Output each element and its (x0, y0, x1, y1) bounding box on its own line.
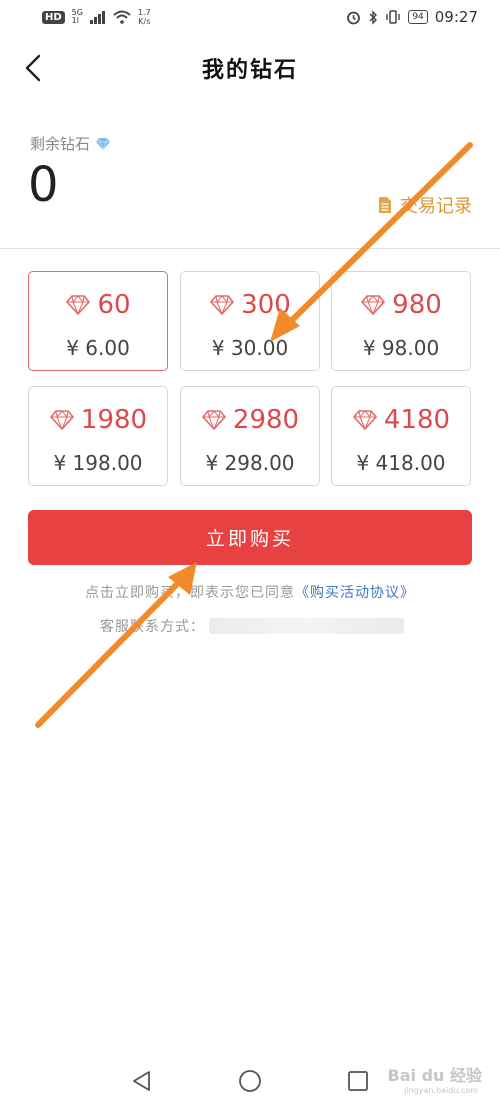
watermark-logo: Bai du 经验 (387, 1066, 482, 1085)
package-price: ¥ 98.00 (362, 336, 440, 360)
clock: 09:27 (434, 8, 478, 26)
speed-unit: K/s (138, 17, 151, 26)
ruby-icon (201, 410, 226, 430)
watermark-url: jingyan.baidu.com (404, 1086, 478, 1095)
package-amount: 60 (97, 290, 131, 320)
package-price: ¥ 198.00 (53, 451, 143, 475)
signal-sub-label: 1l (71, 16, 79, 25)
document-icon (379, 197, 391, 213)
package-top: 2980 (181, 405, 319, 435)
network-type: 5G 1l (72, 9, 83, 25)
ruby-icon (66, 295, 91, 315)
package-top: 980 (332, 290, 470, 320)
section-divider (0, 248, 500, 249)
triangle-back-icon (133, 1071, 150, 1091)
package-top: 4180 (332, 405, 470, 435)
circle-home-icon (239, 1070, 261, 1092)
package-option[interactable]: 980 ¥ 98.00 (331, 271, 471, 371)
ruby-icon (49, 410, 74, 430)
package-top: 300 (181, 290, 319, 320)
package-amount: 1980 (80, 405, 148, 435)
package-amount: 4180 (383, 405, 451, 435)
customer-service-contact: 客服联系方式： (100, 616, 404, 636)
package-option[interactable]: 2980 ¥ 298.00 (180, 386, 320, 486)
balance-value: 0 (28, 157, 59, 213)
transaction-record-link[interactable]: 交易记录 (378, 192, 472, 218)
square-recents-icon (348, 1071, 368, 1091)
package-option[interactable]: 60 ¥ 6.00 (28, 271, 168, 371)
ruby-icon (210, 295, 235, 315)
package-price: ¥ 6.00 (66, 336, 130, 360)
speed-value: 1.7 (137, 8, 151, 17)
package-price: ¥ 298.00 (205, 451, 295, 475)
page-title: 我的钻石 (201, 58, 298, 83)
ruby-icon (352, 410, 377, 430)
package-option[interactable]: 300 ¥ 30.00 (180, 271, 320, 371)
diamond-icon (96, 137, 111, 151)
contact-label: 客服联系方式： (100, 619, 205, 635)
buy-now-button[interactable]: 立即购买 (28, 510, 472, 565)
diamond-page: HD 5G 1l 1.7 K/s 94 09:27 我的钻石 剩余钻石 0 交易… (0, 0, 500, 1111)
ruby-icon (361, 295, 386, 315)
bluetooth-icon (369, 9, 378, 25)
nav-recents-button[interactable] (343, 1066, 373, 1096)
wifi-icon (113, 10, 131, 24)
nav-back-button[interactable] (127, 1066, 157, 1096)
package-option[interactable]: 4180 ¥ 418.00 (331, 386, 471, 486)
signal-icon (89, 10, 105, 24)
balance-label: 剩余钻石 (30, 133, 111, 154)
hd-badge: HD (42, 10, 65, 24)
package-amount: 2980 (232, 405, 300, 435)
package-price: ¥ 418.00 (356, 451, 446, 475)
contact-value-redacted (209, 618, 404, 634)
vibrate-icon (386, 10, 401, 24)
agreement-prefix: 点击立即购买，即表示您已同意 (85, 585, 295, 601)
package-price: ¥ 30.00 (211, 336, 289, 360)
network-speed: 1.7 K/s (138, 8, 151, 26)
balance-label-text: 剩余钻石 (30, 135, 91, 153)
transaction-record-label: 交易记录 (400, 196, 472, 217)
status-bar-left: HD 5G 1l 1.7 K/s (42, 8, 151, 26)
status-bar-right: 94 09:27 (346, 8, 478, 26)
battery-indicator: 94 (408, 10, 428, 24)
package-option[interactable]: 1980 ¥ 198.00 (28, 386, 168, 486)
package-top: 1980 (29, 405, 167, 435)
agreement-text: 点击立即购买，即表示您已同意《购买活动协议》 (0, 582, 500, 602)
nav-home-button[interactable] (235, 1066, 265, 1096)
package-amount: 980 (392, 290, 442, 320)
status-bar: HD 5G 1l 1.7 K/s 94 09:27 (0, 0, 500, 34)
app-header: 我的钻石 (0, 34, 500, 102)
alarm-icon (347, 11, 361, 24)
package-top: 60 (29, 290, 167, 320)
package-amount: 300 (241, 290, 291, 320)
agreement-link[interactable]: 《购买活动协议》 (295, 585, 415, 601)
